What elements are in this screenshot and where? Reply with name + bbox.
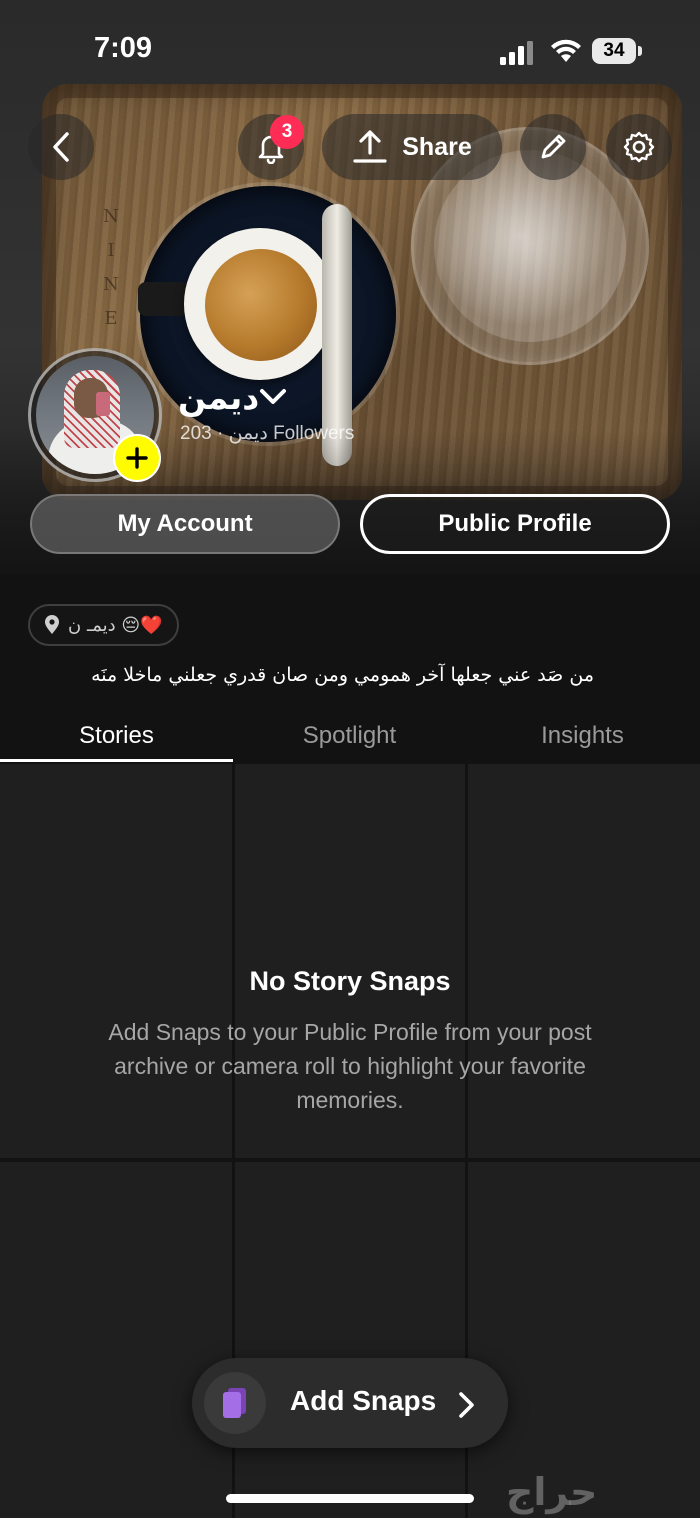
share-label: Share — [402, 132, 472, 161]
snaps-stack-icon — [223, 1388, 246, 1418]
public-profile-button[interactable]: Public Profile — [360, 494, 670, 554]
tab-spotlight[interactable]: Spotlight — [233, 722, 466, 762]
pencil-icon — [541, 134, 566, 159]
location-chip-text: ديمـ ن 😔❤️ — [68, 614, 163, 636]
bio-text: من صَد عني جعلها آخر همومي ومن صان قدري … — [91, 664, 594, 686]
tab-insights[interactable]: Insights — [466, 722, 699, 762]
add-story-button[interactable] — [113, 434, 161, 482]
tab-active-indicator — [0, 759, 233, 762]
watermark: حراج — [506, 1470, 598, 1514]
location-pin-icon — [45, 615, 59, 634]
notification-badge: 3 — [270, 115, 304, 149]
edit-profile-button[interactable] — [520, 114, 586, 180]
display-name[interactable]: ديمن — [178, 378, 259, 417]
tab-stories[interactable]: Stories — [0, 722, 233, 762]
snaps-icon-circle — [204, 1372, 266, 1434]
story-grid-cell — [235, 1162, 465, 1518]
share-upload-icon — [353, 130, 387, 163]
back-button[interactable] — [28, 114, 94, 180]
add-snaps-label[interactable]: Add Snaps — [290, 1385, 436, 1417]
avatar-phone — [96, 392, 110, 416]
cover-cup-handle — [138, 282, 190, 316]
profile-subline: ديمن · 203 Followers — [180, 422, 354, 445]
tray-engraving: NINE — [103, 206, 119, 329]
my-account-button[interactable]: My Account — [30, 494, 340, 554]
cover-coffee — [205, 249, 317, 361]
followers-count[interactable]: 203 Followers — [180, 423, 354, 444]
cellular-signal-icon — [500, 41, 533, 65]
wifi-icon — [551, 39, 581, 62]
plus-icon — [126, 447, 148, 469]
location-chip[interactable]: ديمـ ن 😔❤️ — [28, 604, 179, 646]
cover-photo: NINE — [0, 0, 700, 575]
empty-state-title: No Story Snaps — [249, 966, 451, 996]
chevron-right-icon[interactable] — [456, 1390, 478, 1420]
share-button[interactable]: Share — [322, 114, 502, 180]
separator: · — [216, 423, 224, 444]
chevron-down-icon[interactable] — [258, 386, 288, 408]
username: ديمن — [228, 423, 268, 444]
home-indicator[interactable] — [226, 1494, 474, 1503]
status-time: 7:09 — [94, 32, 153, 64]
story-grid-cell — [468, 1162, 700, 1518]
story-grid-cell — [0, 1162, 232, 1518]
gear-icon — [623, 131, 655, 163]
empty-state-description: Add Snaps to your Public Profile from yo… — [108, 1019, 592, 1113]
settings-button[interactable] — [606, 114, 672, 180]
chevron-left-icon — [53, 132, 69, 162]
battery-tip — [638, 46, 642, 56]
battery-indicator: 34 — [592, 38, 636, 64]
